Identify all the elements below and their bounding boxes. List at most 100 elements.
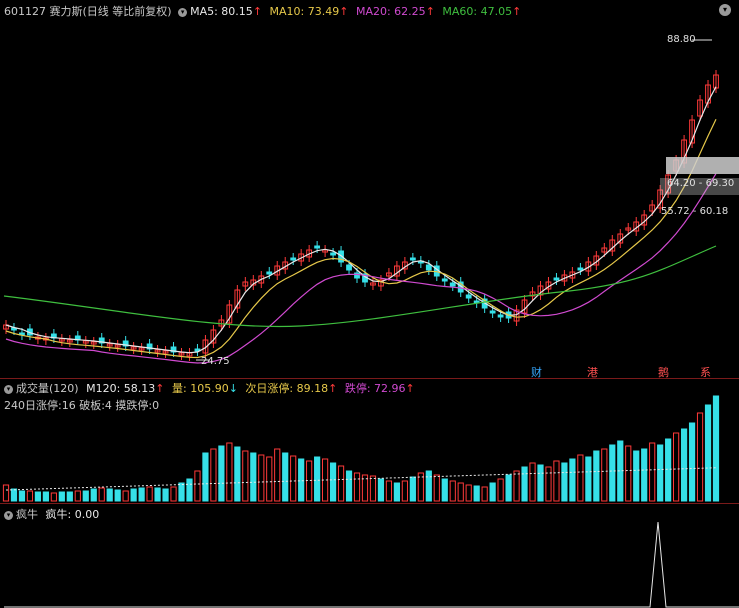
volume-bar bbox=[74, 490, 81, 502]
volume-bar bbox=[513, 470, 520, 502]
volume-bar bbox=[712, 395, 720, 502]
volume-bar bbox=[569, 458, 576, 502]
volume-bar bbox=[601, 448, 608, 502]
volume-bar bbox=[577, 454, 584, 502]
volume-bar bbox=[529, 462, 536, 502]
panel-divider-1 bbox=[0, 378, 739, 379]
volume-bar bbox=[226, 442, 233, 502]
indicator-value: 疯牛: 0.00 bbox=[45, 508, 100, 521]
volume-bar bbox=[696, 412, 704, 502]
volume-bar bbox=[106, 488, 113, 502]
indicator-settings-icon[interactable]: ▾ bbox=[4, 510, 13, 520]
volume-bar bbox=[50, 492, 57, 502]
volume-bar bbox=[425, 470, 432, 502]
volume-bar bbox=[298, 458, 305, 502]
volume-bar bbox=[625, 445, 632, 502]
panel-divider-2 bbox=[0, 503, 739, 504]
candle-body bbox=[497, 314, 504, 318]
volume-bar bbox=[58, 491, 65, 502]
volume-bar bbox=[441, 478, 448, 502]
volume-bar bbox=[258, 454, 265, 502]
candle-body bbox=[330, 252, 336, 256]
volume-bar bbox=[585, 456, 592, 502]
volume-title: 成交量(120) bbox=[16, 382, 79, 395]
volume-bar bbox=[657, 444, 664, 502]
next-limit-up: 次日涨停: 89.18 bbox=[245, 382, 329, 395]
volume-bar bbox=[274, 448, 281, 502]
volume-bar bbox=[114, 489, 121, 502]
volume-bar bbox=[633, 450, 640, 502]
candle-body bbox=[425, 264, 432, 271]
volume-bar bbox=[98, 487, 105, 502]
ma10-line bbox=[5, 119, 717, 359]
volume-bar bbox=[42, 491, 49, 502]
volume-bar bbox=[641, 448, 648, 502]
ma5-line bbox=[5, 86, 717, 354]
high-label: 88.80 bbox=[667, 34, 696, 45]
volume-bar bbox=[481, 486, 488, 502]
volume-bar bbox=[234, 446, 241, 502]
volume-bar bbox=[505, 474, 512, 502]
volume-bar bbox=[489, 482, 496, 502]
volume-bar bbox=[18, 490, 26, 502]
volume-bar bbox=[290, 455, 297, 502]
limit-stats: 240日涨停:16 破板:4 摸跌停:0 bbox=[4, 399, 160, 412]
volume-bar bbox=[449, 480, 456, 502]
volume-ma-line bbox=[5, 467, 717, 491]
volume-bar bbox=[162, 488, 169, 502]
volume-bar bbox=[393, 482, 400, 502]
volume-bar bbox=[353, 472, 361, 502]
volume-bar bbox=[553, 460, 560, 502]
volume-bar bbox=[561, 462, 568, 502]
volume-bar bbox=[545, 466, 552, 502]
volume-bar bbox=[521, 466, 528, 502]
candle-body bbox=[266, 271, 273, 275]
volume-bar bbox=[90, 488, 97, 502]
volume-bar bbox=[2, 484, 10, 502]
volume-bar bbox=[680, 428, 688, 502]
volume-last-arrow: ↓ bbox=[228, 382, 238, 395]
volume-bar bbox=[34, 491, 42, 502]
price-chart[interactable] bbox=[0, 0, 739, 378]
low-label: 24.75 bbox=[201, 356, 230, 367]
volume-bar bbox=[617, 440, 624, 502]
volume-bar bbox=[66, 491, 73, 502]
candle-body bbox=[290, 257, 297, 261]
volume-bar bbox=[322, 458, 329, 502]
volume-bar bbox=[218, 445, 225, 502]
indicator-line bbox=[4, 521, 739, 608]
volume-bar bbox=[210, 448, 217, 502]
candle-body bbox=[489, 310, 496, 314]
indicator-header: ▾ 疯牛 疯牛: 0.00 bbox=[4, 506, 99, 522]
limit-down: 跌停: 72.96 bbox=[344, 382, 406, 395]
volume-bar bbox=[314, 456, 321, 502]
volume-bar bbox=[433, 474, 440, 502]
volume-bar bbox=[10, 488, 18, 502]
volume-m120: M120: 58.13 bbox=[86, 382, 156, 395]
candle-body bbox=[441, 278, 448, 282]
volume-bar bbox=[609, 444, 616, 502]
candle-body bbox=[354, 272, 360, 279]
volume-settings-icon[interactable]: ▾ bbox=[4, 384, 13, 394]
volume-bar bbox=[337, 465, 345, 502]
range-box-upper bbox=[666, 157, 739, 174]
next-limit-up-arrow: ↑ bbox=[328, 382, 338, 395]
volume-bar bbox=[266, 456, 273, 502]
volume-bar bbox=[242, 450, 249, 502]
volume-bar bbox=[704, 404, 712, 502]
volume-bar bbox=[673, 432, 680, 502]
candle-body bbox=[465, 294, 472, 299]
candle-body bbox=[314, 245, 321, 249]
volume-bar bbox=[377, 478, 385, 502]
volume-bar bbox=[82, 490, 89, 502]
volume-bar bbox=[537, 464, 544, 502]
volume-bar bbox=[170, 486, 177, 502]
volume-bar bbox=[250, 452, 257, 502]
candle-body bbox=[577, 267, 584, 271]
ma60-line bbox=[3, 245, 717, 328]
volume-bar bbox=[401, 480, 408, 502]
candle-body bbox=[553, 277, 560, 281]
volume-bar bbox=[282, 452, 289, 502]
indicator-title: 疯牛 bbox=[16, 508, 38, 521]
range2-label: 55.72 - 60.18 bbox=[661, 206, 729, 217]
